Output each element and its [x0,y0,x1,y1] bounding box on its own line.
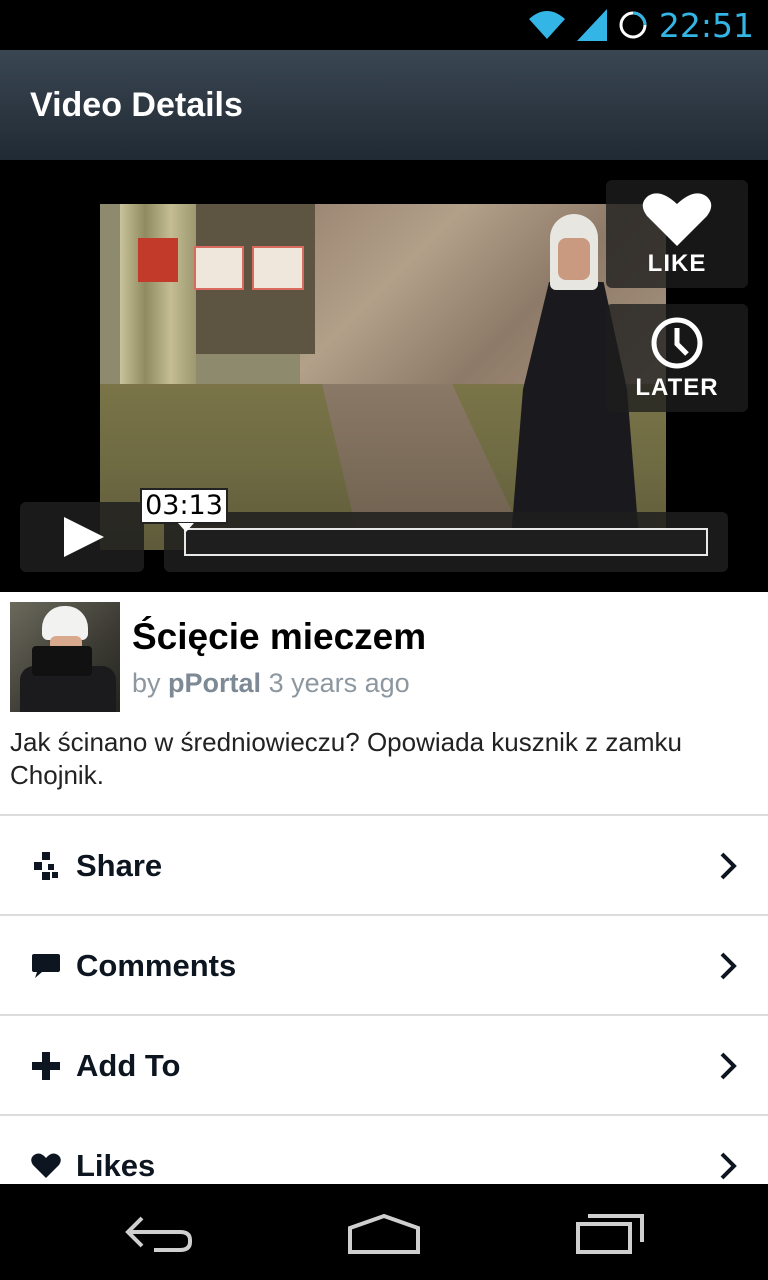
navigation-bar [0,1184,768,1280]
time-label: 03:13 [140,488,228,532]
video-details: Ścięcie mieczem by pPortal 3 years ago J… [0,592,768,1184]
menu-item-add-to[interactable]: Add To [0,1014,768,1114]
seek-bar[interactable] [184,528,708,556]
wifi-icon [528,11,565,39]
home-icon[interactable] [346,1210,422,1256]
heart-icon [642,193,712,246]
like-button[interactable]: LIKE [606,180,748,288]
menu-item-label: Share [76,848,163,883]
watch-later-button[interactable]: LATER [606,304,748,412]
later-label: LATER [635,374,719,401]
seek-bar-container[interactable] [164,512,728,572]
menu-item-share[interactable]: Share [0,814,768,914]
actions-menu: Share Comments Add To Likes [0,814,768,1184]
menu-item-comments[interactable]: Comments [0,914,768,1014]
menu-item-label: Comments [76,948,237,983]
chevron-right-icon [720,1052,737,1080]
clock-icon [651,317,703,369]
page-title: Video Details [30,86,243,124]
chevron-right-icon [720,952,737,980]
author-link[interactable]: pPortal [168,668,261,698]
back-icon[interactable] [124,1210,196,1256]
plus-icon [32,1052,60,1080]
menu-item-label: Likes [76,1148,156,1183]
like-label: LIKE [647,250,707,277]
upload-age: 3 years ago [268,668,410,698]
video-player[interactable]: LIKE LATER 03:13 [0,160,768,592]
heart-icon [31,1153,61,1178]
status-time: 22:51 [658,5,754,45]
uploader-avatar[interactable] [10,602,120,712]
video-description: Jak ścinano w średniowieczu? Opowiada ku… [10,727,682,790]
menu-item-label: Add To [76,1048,181,1083]
sync-icon [619,11,647,39]
signal-icon [576,9,607,41]
by-prefix: by [132,668,161,698]
video-title: Ścięcie mieczem [132,616,427,657]
action-bar: Video Details [0,50,768,160]
status-bar: 22:51 [0,0,768,50]
video-byline: by pPortal 3 years ago [132,668,410,699]
status-icons: 22:51 [527,0,754,50]
play-button[interactable] [20,502,144,572]
comment-icon [32,954,60,978]
chevron-right-icon [720,852,737,880]
chevron-right-icon [720,1152,737,1180]
recent-apps-icon[interactable] [574,1210,646,1256]
menu-item-likes[interactable]: Likes [0,1114,768,1184]
play-icon [64,517,104,557]
share-icon [34,852,58,880]
